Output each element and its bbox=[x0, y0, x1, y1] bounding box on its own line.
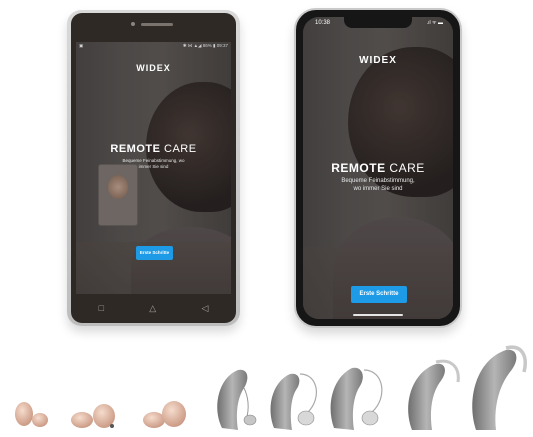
app-subtitle: Bequeme Feinabstimmung, wo immer Sie sin… bbox=[76, 158, 231, 170]
status-signal-icons: .ıl ᯤ ▬ bbox=[426, 20, 443, 26]
in-ear-aid-2 bbox=[71, 404, 115, 428]
home-icon[interactable]: △ bbox=[149, 303, 156, 314]
hearing-aids-illustration bbox=[15, 345, 527, 430]
recent-apps-icon[interactable]: □ bbox=[99, 303, 104, 313]
back-icon[interactable]: ◁ bbox=[201, 303, 208, 314]
earpiece-speaker bbox=[141, 23, 173, 26]
get-started-button[interactable]: Erste Schritte bbox=[136, 246, 173, 260]
iphone-screen: 10:38 .ıl ᯤ ▬ WIDEX REMOTE CARE Bequeme … bbox=[303, 17, 453, 319]
android-screen: ▣ ✱ ⋈ ▲◢ 86% ▮ 09:37 WIDEX REMOTE CARE B… bbox=[76, 42, 231, 294]
in-ear-aid-3 bbox=[143, 401, 186, 428]
iphone-notch bbox=[344, 17, 412, 28]
ric-aid-3 bbox=[330, 367, 383, 430]
app-title: REMOTE CARE bbox=[303, 161, 453, 175]
bte-aid-1 bbox=[408, 359, 460, 430]
title-care: CARE bbox=[164, 143, 197, 155]
ric-aid-1 bbox=[217, 369, 257, 430]
hearing-aid-lineup bbox=[0, 338, 533, 432]
app-subtitle: Bequeme Feinabstimmung, wo immer Sie sin… bbox=[303, 178, 453, 194]
get-started-button[interactable]: Erste Schritte bbox=[351, 286, 407, 303]
home-indicator bbox=[353, 314, 403, 316]
title-care: CARE bbox=[389, 161, 425, 175]
android-nav-bar: □ △ ◁ bbox=[76, 298, 231, 318]
status-right-info: ✱ ⋈ ▲◢ 86% ▮ 09:37 bbox=[182, 43, 228, 48]
subtitle-line-2: wo immer Sie sind bbox=[353, 185, 403, 192]
title-remote: REMOTE bbox=[110, 143, 161, 155]
iphone: 10:38 .ıl ᯤ ▬ WIDEX REMOTE CARE Bequeme … bbox=[294, 8, 462, 328]
android-phone-body: ▣ ✱ ⋈ ▲◢ 86% ▮ 09:37 WIDEX REMOTE CARE B… bbox=[71, 13, 236, 323]
widex-logo: WIDEX bbox=[136, 63, 171, 73]
bte-aid-2 bbox=[472, 345, 527, 430]
android-phone: ▣ ✱ ⋈ ▲◢ 86% ▮ 09:37 WIDEX REMOTE CARE B… bbox=[67, 10, 240, 326]
subtitle-line-2: immer Sie sind bbox=[138, 163, 169, 169]
in-ear-aid-1 bbox=[15, 402, 48, 427]
status-left-icon: ▣ bbox=[79, 43, 84, 48]
title-remote: REMOTE bbox=[331, 161, 386, 175]
android-status-bar: ▣ ✱ ⋈ ▲◢ 86% ▮ 09:37 bbox=[76, 42, 231, 51]
subtitle-line-1: Bequeme Feinabstimmung, bbox=[341, 178, 415, 184]
front-camera bbox=[131, 22, 135, 26]
status-time: 10:38 bbox=[315, 20, 331, 26]
ric-aid-2 bbox=[270, 373, 317, 430]
app-title: REMOTE CARE bbox=[76, 143, 231, 155]
widex-logo: WIDEX bbox=[359, 55, 397, 66]
